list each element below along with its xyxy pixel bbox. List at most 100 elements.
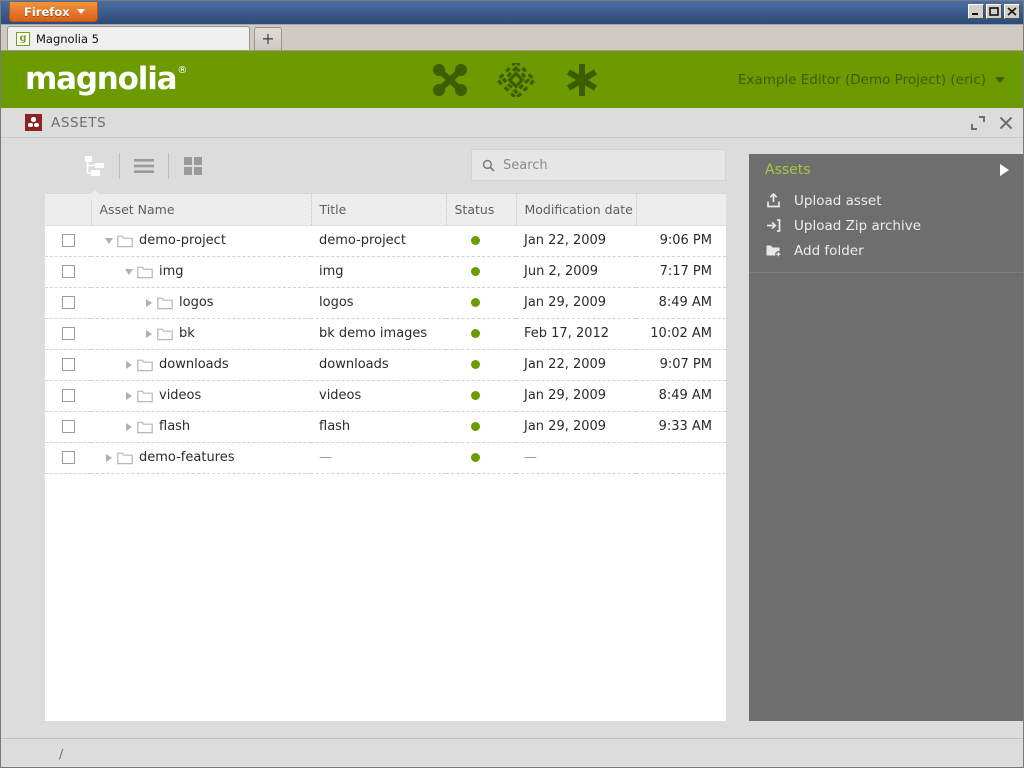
view-button-thumbnail[interactable] — [169, 149, 217, 183]
row-status-cell — [446, 287, 516, 318]
firefox-menu-button[interactable]: Firefox — [9, 2, 98, 22]
folder-icon — [137, 420, 153, 434]
twisty-collapsed[interactable] — [121, 361, 137, 369]
row-checkbox[interactable] — [62, 234, 75, 247]
row-asset-name-cell[interactable]: videos — [91, 380, 311, 411]
row-asset-name-cell[interactable]: flash — [91, 411, 311, 442]
table-row[interactable]: videosvideosJan 29, 20098:49 AM — [45, 380, 726, 411]
content-toolbar — [1, 138, 749, 193]
twisty-collapsed[interactable] — [101, 454, 117, 462]
asset-title-label: flash — [319, 419, 350, 434]
row-asset-name-cell[interactable]: img — [91, 256, 311, 287]
caret-right-icon — [126, 361, 132, 369]
modification-date-label: Jan 29, 2009 — [524, 388, 606, 403]
row-status-cell — [446, 380, 516, 411]
action-panel-items: Upload assetUpload Zip archiveAdd folder — [749, 186, 1023, 263]
view-button-tree[interactable] — [71, 149, 119, 183]
row-select-cell[interactable] — [45, 442, 91, 473]
asset-name-label: demo-project — [139, 233, 226, 248]
maximize-button[interactable] — [986, 4, 1002, 19]
row-select-cell[interactable] — [45, 318, 91, 349]
row-select-cell[interactable] — [45, 411, 91, 442]
row-checkbox[interactable] — [62, 265, 75, 278]
folder-icon — [137, 389, 153, 403]
user-menu[interactable]: Example Editor (Demo Project) (eric) — [738, 51, 1005, 108]
twisty-collapsed[interactable] — [121, 392, 137, 400]
row-status-cell — [446, 256, 516, 287]
caret-down-icon — [125, 269, 133, 275]
folder-icon — [137, 420, 153, 434]
twisty-expanded[interactable] — [101, 238, 117, 244]
browser-window: Firefox g Magnolia 5 + ma — [0, 0, 1024, 768]
maximize-icon[interactable] — [971, 116, 985, 130]
asterisk-icon[interactable] — [563, 63, 601, 97]
row-checkbox[interactable] — [62, 358, 75, 371]
page-viewport: magnolia ® — [1, 51, 1023, 767]
table-header: Asset Name Title Status Modification dat… — [45, 194, 726, 225]
browser-tabbar: g Magnolia 5 + — [1, 25, 1023, 51]
table-row[interactable]: downloadsdownloadsJan 22, 20099:07 PM — [45, 349, 726, 380]
content-column: Asset Name Title Status Modification dat… — [1, 138, 749, 738]
twisty-collapsed[interactable] — [121, 423, 137, 431]
table-row[interactable]: logoslogosJan 29, 20098:49 AM — [45, 287, 726, 318]
column-header-status[interactable]: Status — [446, 194, 516, 225]
asset-name-label: logos — [179, 295, 214, 310]
row-checkbox[interactable] — [62, 420, 75, 433]
row-select-cell[interactable] — [45, 256, 91, 287]
column-header-select[interactable] — [45, 194, 91, 225]
close-button[interactable] — [1004, 4, 1020, 19]
column-header-asset-name[interactable]: Asset Name — [91, 194, 311, 225]
search-input[interactable] — [503, 158, 725, 173]
row-asset-name-cell[interactable]: downloads — [91, 349, 311, 380]
folder-icon — [157, 327, 173, 341]
browser-tab[interactable]: g Magnolia 5 — [7, 26, 250, 50]
close-icon[interactable] — [999, 116, 1013, 130]
action-item-add-folder[interactable]: Add folder — [749, 238, 1023, 263]
asset-name-label: downloads — [159, 357, 229, 372]
row-asset-name-cell[interactable]: bk — [91, 318, 311, 349]
assets-app-icon — [25, 114, 42, 131]
row-time-cell: 9:06 PM — [636, 225, 726, 256]
new-tab-button[interactable]: + — [254, 27, 282, 50]
action-panel-header[interactable]: Assets — [749, 154, 1023, 186]
minimize-button[interactable] — [968, 4, 984, 19]
row-checkbox[interactable] — [62, 451, 75, 464]
row-asset-name-cell[interactable]: logos — [91, 287, 311, 318]
row-select-cell[interactable] — [45, 349, 91, 380]
folder-icon — [137, 265, 153, 279]
view-button-list[interactable] — [120, 149, 168, 183]
table-row[interactable]: imgimgJun 2, 20097:17 PM — [45, 256, 726, 287]
row-select-cell[interactable] — [45, 380, 91, 411]
row-asset-name-cell[interactable]: demo-features — [91, 442, 311, 473]
row-title-cell: videos — [311, 380, 446, 411]
magnolia-logo[interactable]: magnolia ® — [25, 64, 186, 95]
action-panel: Assets Upload assetUpload Zip archiveAdd… — [749, 154, 1023, 721]
row-checkbox[interactable] — [62, 327, 75, 340]
modification-date-label: Jan 29, 2009 — [524, 419, 606, 434]
caret-right-icon — [106, 454, 112, 462]
folder-icon — [137, 265, 153, 279]
row-checkbox[interactable] — [62, 296, 75, 309]
caret-right-icon[interactable] — [1000, 164, 1009, 176]
twisty-collapsed[interactable] — [141, 299, 157, 307]
row-select-cell[interactable] — [45, 225, 91, 256]
table-row[interactable]: demo-projectdemo-projectJan 22, 20099:06… — [45, 225, 726, 256]
column-header-time[interactable] — [636, 194, 726, 225]
twisty-collapsed[interactable] — [141, 330, 157, 338]
column-header-title[interactable]: Title — [311, 194, 446, 225]
diamond-pattern-icon[interactable] — [497, 63, 535, 97]
row-title-cell: img — [311, 256, 446, 287]
row-checkbox[interactable] — [62, 389, 75, 402]
table-row[interactable]: demo-features—— — [45, 442, 726, 473]
column-header-modification-date[interactable]: Modification date — [516, 194, 636, 225]
modification-date-label: Jan 29, 2009 — [524, 295, 606, 310]
action-item-upload-zip-archive[interactable]: Upload Zip archive — [749, 213, 1023, 238]
twisty-expanded[interactable] — [121, 269, 137, 275]
action-item-upload-asset[interactable]: Upload asset — [749, 188, 1023, 213]
search-box[interactable] — [471, 149, 726, 181]
pulse-icon[interactable] — [431, 63, 469, 97]
row-select-cell[interactable] — [45, 287, 91, 318]
table-row[interactable]: bkbk demo imagesFeb 17, 201210:02 AM — [45, 318, 726, 349]
row-asset-name-cell[interactable]: demo-project — [91, 225, 311, 256]
table-row[interactable]: flashflashJan 29, 20099:33 AM — [45, 411, 726, 442]
